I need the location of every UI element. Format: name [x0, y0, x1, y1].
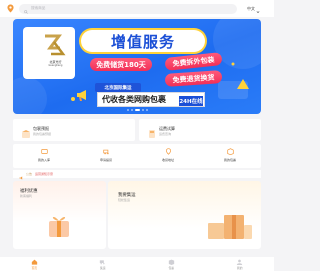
location-icon[interactable]: [6, 4, 15, 13]
box-icon: [168, 259, 174, 265]
shipping-estimate-card[interactable]: 运费试算 运费查询: [139, 119, 261, 141]
carousel-dot[interactable]: [141, 109, 144, 111]
notice-label: 公告: [26, 172, 33, 176]
tab-label: 我的: [236, 266, 243, 270]
quick-nav-label: 收货地址: [161, 158, 174, 162]
card-subtitle: 运费查询: [159, 132, 172, 136]
language-selector[interactable]: 中文: [247, 0, 260, 18]
search-placeholder: 搜索商品: [31, 6, 46, 10]
promo-banner[interactable]: 北京光行 Guanghang 增值服务 免费储货180天 免费拆外包装 免费退货…: [13, 19, 261, 114]
promo-subtitle: 轻松集运: [118, 198, 131, 202]
bottom-tab-bar: 首页 集运 包裹 我的: [0, 257, 274, 271]
home-icon: [31, 259, 37, 265]
inbox-icon: [40, 149, 48, 154]
quick-nav-item[interactable]: 我的包裹: [199, 144, 261, 168]
banner-title: 增值服务: [110, 32, 175, 51]
carousel-dot-active[interactable]: [134, 109, 140, 111]
tab-home[interactable]: 首页: [0, 257, 69, 271]
truck-icon: [100, 260, 105, 265]
top-bar: 搜索商品 中文: [0, 0, 274, 17]
parcel-icon: [21, 124, 31, 138]
banner-title-box: 增值服务: [77, 30, 207, 53]
carousel-dot[interactable]: [126, 109, 129, 111]
boxes-illustration: [208, 215, 252, 239]
card-subtitle: 我的包裹预报: [33, 132, 52, 136]
carousel-dot[interactable]: [145, 109, 148, 111]
parcel-forecast-card[interactable]: 包裹预报 我的包裹预报: [13, 119, 135, 141]
logo-subtitle: Guanghang: [48, 64, 63, 67]
banner-tag: 免费储货180天: [90, 58, 152, 71]
notice-bar[interactable]: 公告 运营通知示意: [13, 170, 261, 180]
carousel-dots: [13, 109, 261, 111]
quick-nav-label: 我的入库: [37, 158, 50, 162]
megaphone-icon: [75, 87, 89, 101]
user-icon: [237, 259, 243, 265]
carousel-dot[interactable]: [130, 109, 133, 111]
welfare-promo-card[interactable]: 福利优惠 新客福利: [13, 181, 106, 249]
search-bar[interactable]: 搜索商品: [19, 3, 237, 14]
quick-nav-label: 申请提货: [99, 158, 112, 162]
strip-badge: 24H在线: [179, 96, 203, 106]
app-page: 搜索商品 中文 北京光行 Guanghang 增值服务 免费储货180天 免费拆…: [0, 0, 274, 271]
notice-text: 运营通知示意: [35, 172, 54, 176]
tab-profile[interactable]: 我的: [206, 257, 275, 271]
tab-label: 首页: [31, 266, 38, 270]
banner-subtitle-tag: 北京国际集运: [95, 83, 141, 92]
box-icon: [226, 148, 234, 155]
gift-illustration: [49, 216, 69, 237]
tab-consolidate[interactable]: 集运: [69, 257, 138, 271]
address-icon: [165, 148, 171, 155]
quick-nav-item[interactable]: 申请提货: [75, 144, 137, 168]
chevron-down-icon: [256, 0, 260, 18]
brand-logo: [42, 32, 69, 59]
language-label: 中文: [247, 5, 255, 11]
quick-nav-item[interactable]: 收货地址: [137, 144, 199, 168]
delivery-icon: [102, 149, 109, 155]
tab-label: 集运: [99, 266, 106, 270]
promo-subtitle: 新客福利: [20, 194, 33, 198]
tab-label: 包裹: [168, 266, 175, 270]
quick-nav-label: 我的包裹: [223, 158, 236, 162]
tab-parcels[interactable]: 包裹: [137, 257, 206, 271]
strip-text: 代收各类网购包裹: [102, 95, 166, 104]
quick-nav: 我的入库 申请提货 收货地址 我的包裹: [13, 144, 261, 168]
calculator-icon: [147, 124, 157, 138]
consolidation-promo-card[interactable]: 我要集运 轻松集运: [108, 181, 261, 249]
search-icon: [24, 0, 28, 18]
